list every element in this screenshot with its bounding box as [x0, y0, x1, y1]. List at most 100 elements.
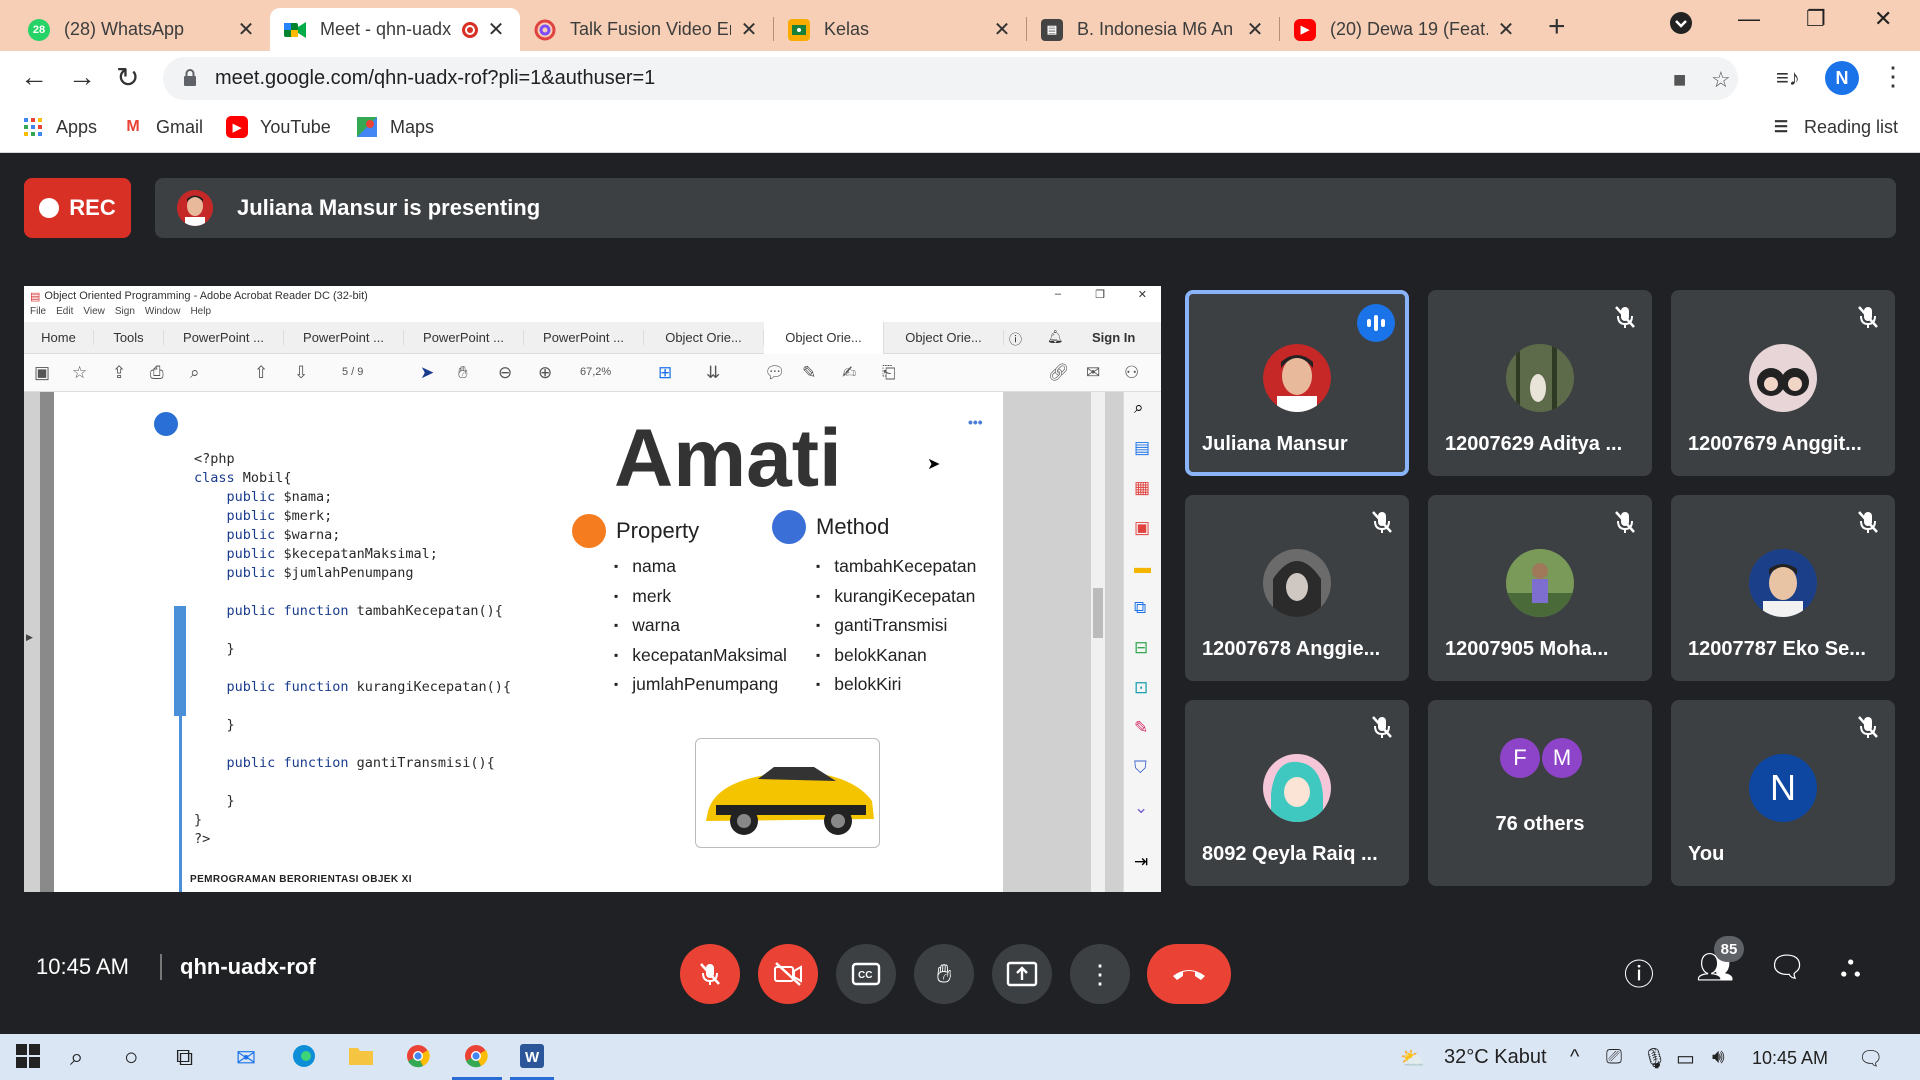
system-clock[interactable]: 10:45 AM	[1752, 1048, 1828, 1069]
present-now-button[interactable]	[992, 944, 1052, 1004]
participant-tile[interactable]: Juliana Mansur	[1185, 290, 1409, 476]
restore-window-button[interactable]: ❐	[1806, 6, 1826, 32]
minimize-window-button[interactable]: —	[1738, 6, 1760, 32]
acrobat-icon: ▤	[30, 290, 41, 303]
recording-badge[interactable]: REC	[24, 178, 131, 238]
edge-icon[interactable]	[292, 1044, 316, 1075]
close-tab-icon[interactable]: ✕	[486, 17, 506, 42]
mail-icon[interactable]: ✉	[236, 1044, 256, 1073]
microphone-toggle-button[interactable]	[680, 944, 740, 1004]
code-line: public $merk;	[226, 508, 333, 524]
camera-in-use-icon[interactable]: ■	[1673, 67, 1686, 93]
presented-screen[interactable]: ▤ Object Oriented Programming - Adobe Ac…	[24, 286, 1161, 892]
weather-icon[interactable]: ⛅	[1400, 1046, 1425, 1071]
cortana-icon[interactable]: ○	[124, 1044, 139, 1072]
orange-ball-icon	[572, 514, 606, 548]
bookmark-gmail[interactable]: M Gmail	[122, 116, 203, 138]
participant-tile[interactable]: 12007787 Eko Se...	[1671, 495, 1895, 681]
classroom-assignment-icon: ▤	[1041, 18, 1063, 41]
tab-meet[interactable]: Meet - qhn-uadx ✕	[270, 8, 520, 51]
participant-tile[interactable]: 12007678 Anggie...	[1185, 495, 1409, 681]
participant-tile[interactable]: 12007679 Anggit...	[1671, 290, 1895, 476]
tab-youtube[interactable]: ▶ (20) Dewa 19 (Feat. ✕	[1280, 8, 1530, 51]
bookmark-maps[interactable]: Maps	[356, 116, 434, 138]
document-scrollbar	[1091, 392, 1105, 892]
close-tab-icon[interactable]: ✕	[992, 17, 1012, 42]
close-tab-icon[interactable]: ✕	[1496, 17, 1516, 42]
zoom-out-search-icon: ⌕	[190, 363, 200, 382]
camera-toggle-button[interactable]	[758, 944, 818, 1004]
close-tab-icon[interactable]: ✕	[236, 17, 256, 42]
participant-tile[interactable]: 12007905 Moha...	[1428, 495, 1652, 681]
tab-whatsapp[interactable]: 28 (28) WhatsApp ✕	[14, 8, 270, 51]
profile-avatar[interactable]: N	[1825, 61, 1859, 95]
close-tab-icon[interactable]: ✕	[1245, 17, 1265, 42]
file-explorer-icon[interactable]	[348, 1044, 374, 1073]
raise-hand-button[interactable]: ✋︎	[914, 944, 974, 1004]
chrome-icon[interactable]	[406, 1044, 430, 1075]
tab-b-indonesia[interactable]: ▤ B. Indonesia M6 An ✕	[1027, 8, 1279, 51]
code-line: }	[226, 641, 235, 657]
tab-search-icon[interactable]	[1670, 12, 1692, 34]
windows-start-icon[interactable]	[16, 1044, 40, 1075]
chrome-profile-icon[interactable]	[464, 1044, 488, 1075]
mic-off-icon	[1858, 716, 1878, 738]
volume-icon[interactable]: 🔊︎	[1712, 1046, 1725, 1069]
bookmark-youtube[interactable]: ▶ YouTube	[226, 116, 331, 138]
others-tile[interactable]: F M 76 others	[1428, 700, 1652, 886]
draw-icon: ✍︎	[842, 363, 857, 382]
self-tile[interactable]: N You	[1671, 700, 1895, 886]
browser-menu-icon[interactable]: ⋮	[1880, 61, 1906, 92]
participant-tile[interactable]: 12007629 Aditya ...	[1428, 290, 1652, 476]
address-bar[interactable]: meet.google.com/qhn-uadx-rof?pli=1&authu…	[163, 57, 1738, 100]
tab-talk-fusion[interactable]: Talk Fusion Video Email ✕	[520, 8, 773, 51]
scroll-mode-icon: ⇊	[706, 363, 721, 382]
bookmark-apps[interactable]: Apps	[22, 116, 97, 138]
close-window-button[interactable]: ✕	[1874, 6, 1892, 32]
select-cursor-icon: ➤	[420, 363, 435, 382]
media-control-icon[interactable]: ≡♪	[1776, 65, 1800, 91]
zoom-in-icon: ⊕	[538, 363, 553, 382]
participant-tile[interactable]: 8092 Qeyla Raiq ...	[1185, 700, 1409, 886]
meeting-details-button[interactable]: ⓘ	[1624, 950, 1654, 994]
gmail-icon: M	[126, 118, 140, 135]
prev-page-icon: ⇧	[254, 363, 269, 382]
show-hidden-icons[interactable]: ^	[1570, 1046, 1579, 1069]
more-options-button[interactable]: ⋮	[1070, 944, 1130, 1004]
svg-text:W: W	[525, 1049, 540, 1066]
mic-off-icon	[1858, 306, 1878, 328]
avatar: M	[1542, 738, 1582, 778]
activities-button[interactable]: ⛬	[1840, 950, 1861, 984]
task-view-icon[interactable]: ⧉	[176, 1044, 193, 1072]
meet-now-icon[interactable]: ⎚	[1606, 1046, 1622, 1069]
combine-files-icon: ⧉	[1134, 598, 1147, 617]
close-tab-icon[interactable]: ✕	[739, 17, 759, 42]
weather-text[interactable]: 32°C Kabut	[1444, 1046, 1547, 1069]
bookmark-star-icon[interactable]: ☆	[1711, 67, 1731, 93]
tab-kelas[interactable]: Kelas ✕	[774, 8, 1026, 51]
forward-button[interactable]: →	[68, 61, 96, 93]
record-dot-icon	[39, 198, 60, 218]
minimize-icon: –	[1054, 288, 1061, 300]
word-icon[interactable]: W	[520, 1044, 544, 1075]
search-icon[interactable]: ⌕	[70, 1044, 83, 1072]
upload-icon: ⇪	[112, 363, 127, 382]
mic-off-icon	[1615, 306, 1635, 328]
new-tab-button[interactable]: +	[1548, 10, 1566, 44]
list-item: warna	[614, 611, 787, 641]
notifications-icon[interactable]: 🗨︎	[1858, 1046, 1883, 1071]
present-screen-icon	[1006, 961, 1038, 987]
captions-button[interactable]: CC	[836, 944, 896, 1004]
help-icon: ⓘ	[1009, 332, 1023, 347]
reading-list-button[interactable]: ☰ Reading list	[1770, 116, 1898, 138]
code-line: public function kurangiKecepatan(){	[226, 679, 512, 695]
chat-button[interactable]: 🗨︎	[1768, 950, 1806, 985]
back-button[interactable]: ←	[20, 61, 48, 93]
reload-button[interactable]: ↻	[116, 61, 139, 94]
leave-call-button[interactable]	[1147, 944, 1231, 1004]
maps-icon	[356, 116, 378, 138]
mic-off-icon	[1372, 716, 1392, 738]
battery-icon[interactable]: ▭	[1676, 1046, 1695, 1071]
list-item: belokKiri	[816, 670, 976, 700]
microphone-tray-icon[interactable]: 🎙︎	[1642, 1046, 1667, 1071]
